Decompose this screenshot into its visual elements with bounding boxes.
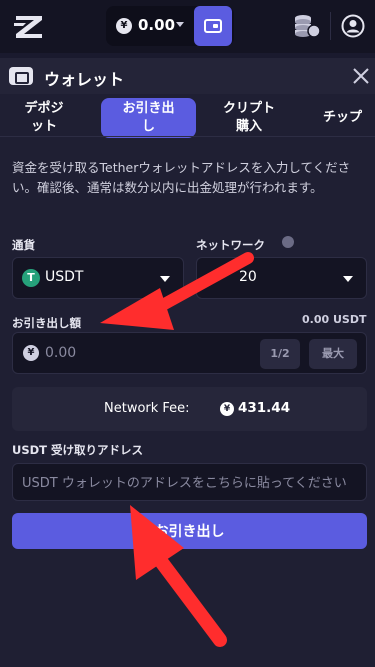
- coins-icon[interactable]: [293, 13, 321, 39]
- address-input[interactable]: [22, 472, 366, 494]
- chevron-down-icon: [343, 276, 353, 282]
- yen-currency-icon: ¥: [116, 18, 132, 34]
- tab-label: 購入: [235, 119, 262, 134]
- yen-currency-icon: ¥: [23, 345, 39, 361]
- brand-logo[interactable]: [14, 14, 44, 40]
- usdt-icon: T: [22, 269, 40, 287]
- address-field[interactable]: [12, 463, 367, 501]
- currency-label: 通貨: [12, 238, 35, 252]
- currency-select[interactable]: T USDT: [12, 257, 184, 299]
- tab-label: チップ: [323, 110, 363, 125]
- wallet-modal: ウォレット デポジ ット お引き出 し クリプト 購入 チップ 資金を受け取るT…: [0, 58, 375, 667]
- modal-title: ウォレット: [44, 70, 125, 89]
- chevron-down-icon: [160, 276, 170, 282]
- fee-value: 431.44: [238, 400, 291, 416]
- network-value: 20: [239, 269, 257, 285]
- modal-header: ウォレット: [0, 58, 375, 94]
- tab-label: お引き出: [122, 101, 175, 116]
- withdraw-button[interactable]: お引き出し: [12, 513, 367, 549]
- fee-label: Network Fee:: [104, 401, 190, 416]
- available-balance: 0.00 USDT: [302, 313, 367, 326]
- network-label: ネットワーク: [196, 238, 265, 252]
- balance-selector[interactable]: ¥ 0.00: [106, 6, 234, 46]
- withdraw-description: 資金を受け取るTetherウォレットアドレスを入力してください。確認後、通常は数…: [12, 160, 351, 195]
- network-select[interactable]: 20: [196, 257, 367, 299]
- tab-buy-crypto[interactable]: クリプト 購入: [209, 98, 289, 138]
- tab-tip[interactable]: チップ: [323, 98, 375, 138]
- wallet-tabs: デポジ ット お引き出 し クリプト 購入 チップ: [0, 98, 375, 140]
- max-amount-button[interactable]: 最大: [309, 339, 357, 369]
- tab-label: デポジ: [24, 101, 64, 116]
- tab-deposit[interactable]: デポジ ット: [6, 98, 82, 138]
- tab-label: し: [141, 119, 155, 134]
- network-fee-box: Network Fee: ¥ 431.44: [12, 387, 367, 431]
- close-icon[interactable]: [352, 67, 370, 85]
- yen-currency-icon: ¥: [220, 402, 234, 416]
- tab-divider: [0, 136, 375, 137]
- balance-amount: 0.00: [138, 16, 176, 34]
- tab-label: ット: [30, 119, 57, 134]
- wallet-icon: [9, 67, 33, 85]
- wallet-button[interactable]: [194, 6, 232, 46]
- info-icon[interactable]: [282, 236, 294, 248]
- tab-label: クリプト: [222, 101, 275, 116]
- top-bar: ¥ 0.00: [0, 0, 375, 53]
- half-amount-button[interactable]: 1/2: [260, 339, 300, 369]
- amount-field[interactable]: ¥ 1/2 最大: [12, 332, 367, 374]
- amount-label: お引き出し額: [12, 316, 81, 330]
- chevron-down-icon: [176, 22, 184, 27]
- profile-icon[interactable]: [341, 14, 365, 38]
- tab-withdraw[interactable]: お引き出 し: [101, 98, 196, 138]
- currency-value: USDT: [45, 269, 84, 285]
- topbar-divider: [330, 12, 331, 40]
- wallet-icon: [204, 19, 222, 33]
- amount-input[interactable]: [45, 342, 225, 364]
- address-label: USDT 受け取りアドレス: [12, 443, 144, 457]
